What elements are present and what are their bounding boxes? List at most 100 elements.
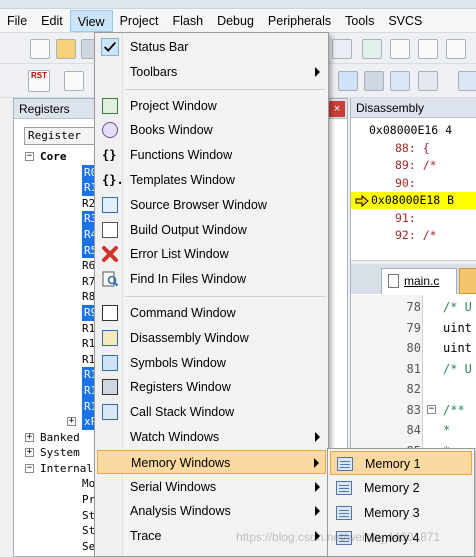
new-file-icon[interactable] bbox=[30, 39, 50, 59]
symbols-toolbar-icon[interactable] bbox=[338, 71, 358, 91]
register-row[interactable]: R12 bbox=[22, 352, 104, 368]
templates-window-icon: {}. bbox=[102, 173, 124, 187]
registers-title: Registers bbox=[19, 102, 70, 116]
bookmark-prev-icon[interactable] bbox=[390, 39, 410, 59]
tab-main-c[interactable]: main.c bbox=[381, 268, 457, 294]
registers-toolbar-icon[interactable] bbox=[364, 71, 384, 91]
expand-toggle-icon[interactable]: − bbox=[25, 152, 34, 161]
register-row[interactable]: R6 bbox=[22, 258, 104, 274]
menu-item-memory-windows[interactable]: Memory Windows bbox=[97, 449, 326, 474]
nav-forward-icon[interactable] bbox=[332, 39, 352, 59]
code-text: /* U bbox=[443, 361, 472, 376]
bookmark-next-icon[interactable] bbox=[418, 39, 438, 59]
menu-item-toolbars[interactable]: Toolbars bbox=[97, 60, 326, 84]
menu-item-disassembly-window[interactable]: Disassembly Window bbox=[97, 326, 326, 350]
menu-debug[interactable]: Debug bbox=[210, 10, 261, 32]
fold-toggle-icon[interactable]: − bbox=[427, 404, 436, 414]
menu-flash[interactable]: Flash bbox=[165, 10, 210, 32]
bookmark-clear-icon[interactable] bbox=[446, 39, 466, 59]
source-browser-icon bbox=[102, 196, 118, 213]
register-row[interactable]: Priv bbox=[22, 492, 109, 508]
register-row[interactable]: R4 bbox=[22, 226, 104, 243]
register-row[interactable]: Stack bbox=[22, 508, 115, 524]
menu-item-symbols-window[interactable]: Symbols Window bbox=[97, 351, 326, 375]
disasm-toolbar-icon[interactable] bbox=[64, 71, 84, 91]
register-row[interactable]: − Internal bbox=[22, 461, 104, 477]
menu-item-label: Memory 2 bbox=[364, 481, 420, 495]
menu-separator bbox=[125, 296, 325, 297]
menu-item-find-in-files-window[interactable]: Find In Files Window bbox=[97, 267, 326, 291]
menu-item-call-stack-window[interactable]: Call Stack Window bbox=[97, 400, 326, 424]
expand-toggle-icon[interactable]: + bbox=[67, 417, 76, 427]
disassembly-view[interactable]: 0x08000E16 4 88: {89: /* 90: 0x08000E18 B 91… bbox=[351, 119, 476, 257]
menu-item-project-window[interactable]: Project Window bbox=[97, 94, 326, 118]
submenu-arrow-icon bbox=[315, 506, 320, 517]
line-number: 78 bbox=[406, 300, 421, 314]
bookmark-icon[interactable] bbox=[362, 39, 382, 59]
window-title-strip bbox=[0, 0, 476, 9]
disassembly-line: 88: { bbox=[395, 140, 430, 155]
tab-label: main.c bbox=[404, 274, 440, 288]
menu-item-books-window[interactable]: Books Window bbox=[97, 118, 326, 142]
menu-item-memory-3[interactable]: Memory 3 bbox=[330, 501, 472, 525]
register-row[interactable]: R11 bbox=[22, 336, 104, 352]
register-row[interactable]: Sec bbox=[22, 539, 104, 555]
register-row[interactable]: R14 bbox=[22, 382, 106, 399]
file-icon bbox=[388, 274, 399, 288]
open-folder-icon[interactable] bbox=[56, 39, 76, 59]
menu-item-functions-window[interactable]: {} Functions Window bbox=[97, 143, 326, 167]
line-number: 84 bbox=[406, 423, 421, 437]
register-label: Core bbox=[40, 150, 67, 163]
close-icon[interactable]: × bbox=[329, 101, 345, 117]
register-row[interactable]: R7 bbox=[22, 274, 104, 290]
menu-tools[interactable]: Tools bbox=[338, 10, 381, 32]
register-row[interactable]: +xPSR bbox=[22, 414, 113, 430]
reset-cpu-icon[interactable]: RST bbox=[28, 70, 50, 92]
register-row[interactable]: R10 bbox=[22, 321, 104, 337]
register-label: Internal bbox=[40, 461, 93, 475]
menu-item-build-output-window[interactable]: Build Output Window bbox=[97, 218, 326, 242]
menu-svcs[interactable]: SVCS bbox=[381, 10, 429, 32]
register-row[interactable]: R2 bbox=[22, 196, 104, 212]
menu-item-watch-windows[interactable]: Watch Windows bbox=[97, 425, 326, 449]
menu-item-source-browser-window[interactable]: Source Browser Window bbox=[97, 193, 326, 217]
register-row[interactable]: − Core bbox=[22, 149, 104, 165]
register-row[interactable]: R1 bbox=[22, 180, 104, 196]
menu-item-memory-1[interactable]: Memory 1 bbox=[330, 451, 472, 475]
register-row[interactable]: R15 bbox=[22, 398, 106, 415]
submenu-arrow-icon bbox=[315, 432, 320, 442]
register-row[interactable]: + Banked bbox=[22, 430, 104, 446]
menu-file[interactable]: File bbox=[0, 10, 34, 32]
menu-item-error-list-window[interactable]: Error List Window bbox=[97, 242, 326, 266]
register-row[interactable]: R5 bbox=[22, 242, 104, 259]
register-row[interactable]: R0 bbox=[22, 164, 104, 181]
menu-view[interactable]: View bbox=[69, 9, 113, 32]
menu-item-templates-window[interactable]: {}. Templates Window bbox=[97, 168, 326, 192]
register-row[interactable]: + System bbox=[22, 445, 104, 461]
menu-project[interactable]: Project bbox=[113, 10, 166, 32]
callstack-toolbar-icon[interactable] bbox=[390, 71, 410, 91]
disassembly-window-icon bbox=[102, 329, 118, 346]
expand-toggle-icon[interactable]: − bbox=[25, 463, 34, 473]
expand-toggle-icon[interactable]: + bbox=[25, 432, 34, 442]
menu-item-status-bar[interactable]: Status Bar bbox=[97, 35, 326, 59]
register-row[interactable]: R13 bbox=[22, 367, 106, 383]
register-row[interactable]: R8 bbox=[22, 289, 104, 305]
menu-item-registers-window[interactable]: Registers Window bbox=[97, 375, 326, 399]
tab-other[interactable] bbox=[459, 268, 476, 294]
menu-item-memory-2[interactable]: Memory 2 bbox=[330, 476, 472, 500]
expand-toggle-icon[interactable]: + bbox=[25, 448, 34, 458]
menu-item-analysis-windows[interactable]: Analysis Windows bbox=[97, 499, 326, 523]
memory-toolbar-icon[interactable] bbox=[458, 71, 476, 91]
watch-toolbar-icon[interactable] bbox=[418, 71, 438, 91]
register-column-header[interactable]: Register bbox=[24, 127, 104, 145]
watermark: https://blog.csdn.net/weixin_44001871 bbox=[236, 530, 441, 544]
menu-item-serial-windows[interactable]: Serial Windows bbox=[97, 475, 326, 499]
menu-peripherals[interactable]: Peripherals bbox=[261, 10, 338, 32]
menu-item-command-window[interactable]: Command Window bbox=[97, 301, 326, 325]
register-row[interactable]: R3 bbox=[22, 211, 104, 227]
menu-edit[interactable]: Edit bbox=[34, 10, 70, 32]
register-row[interactable]: R9 bbox=[22, 304, 104, 321]
register-row[interactable]: Mode bbox=[22, 476, 109, 492]
register-row[interactable]: States bbox=[22, 523, 122, 539]
